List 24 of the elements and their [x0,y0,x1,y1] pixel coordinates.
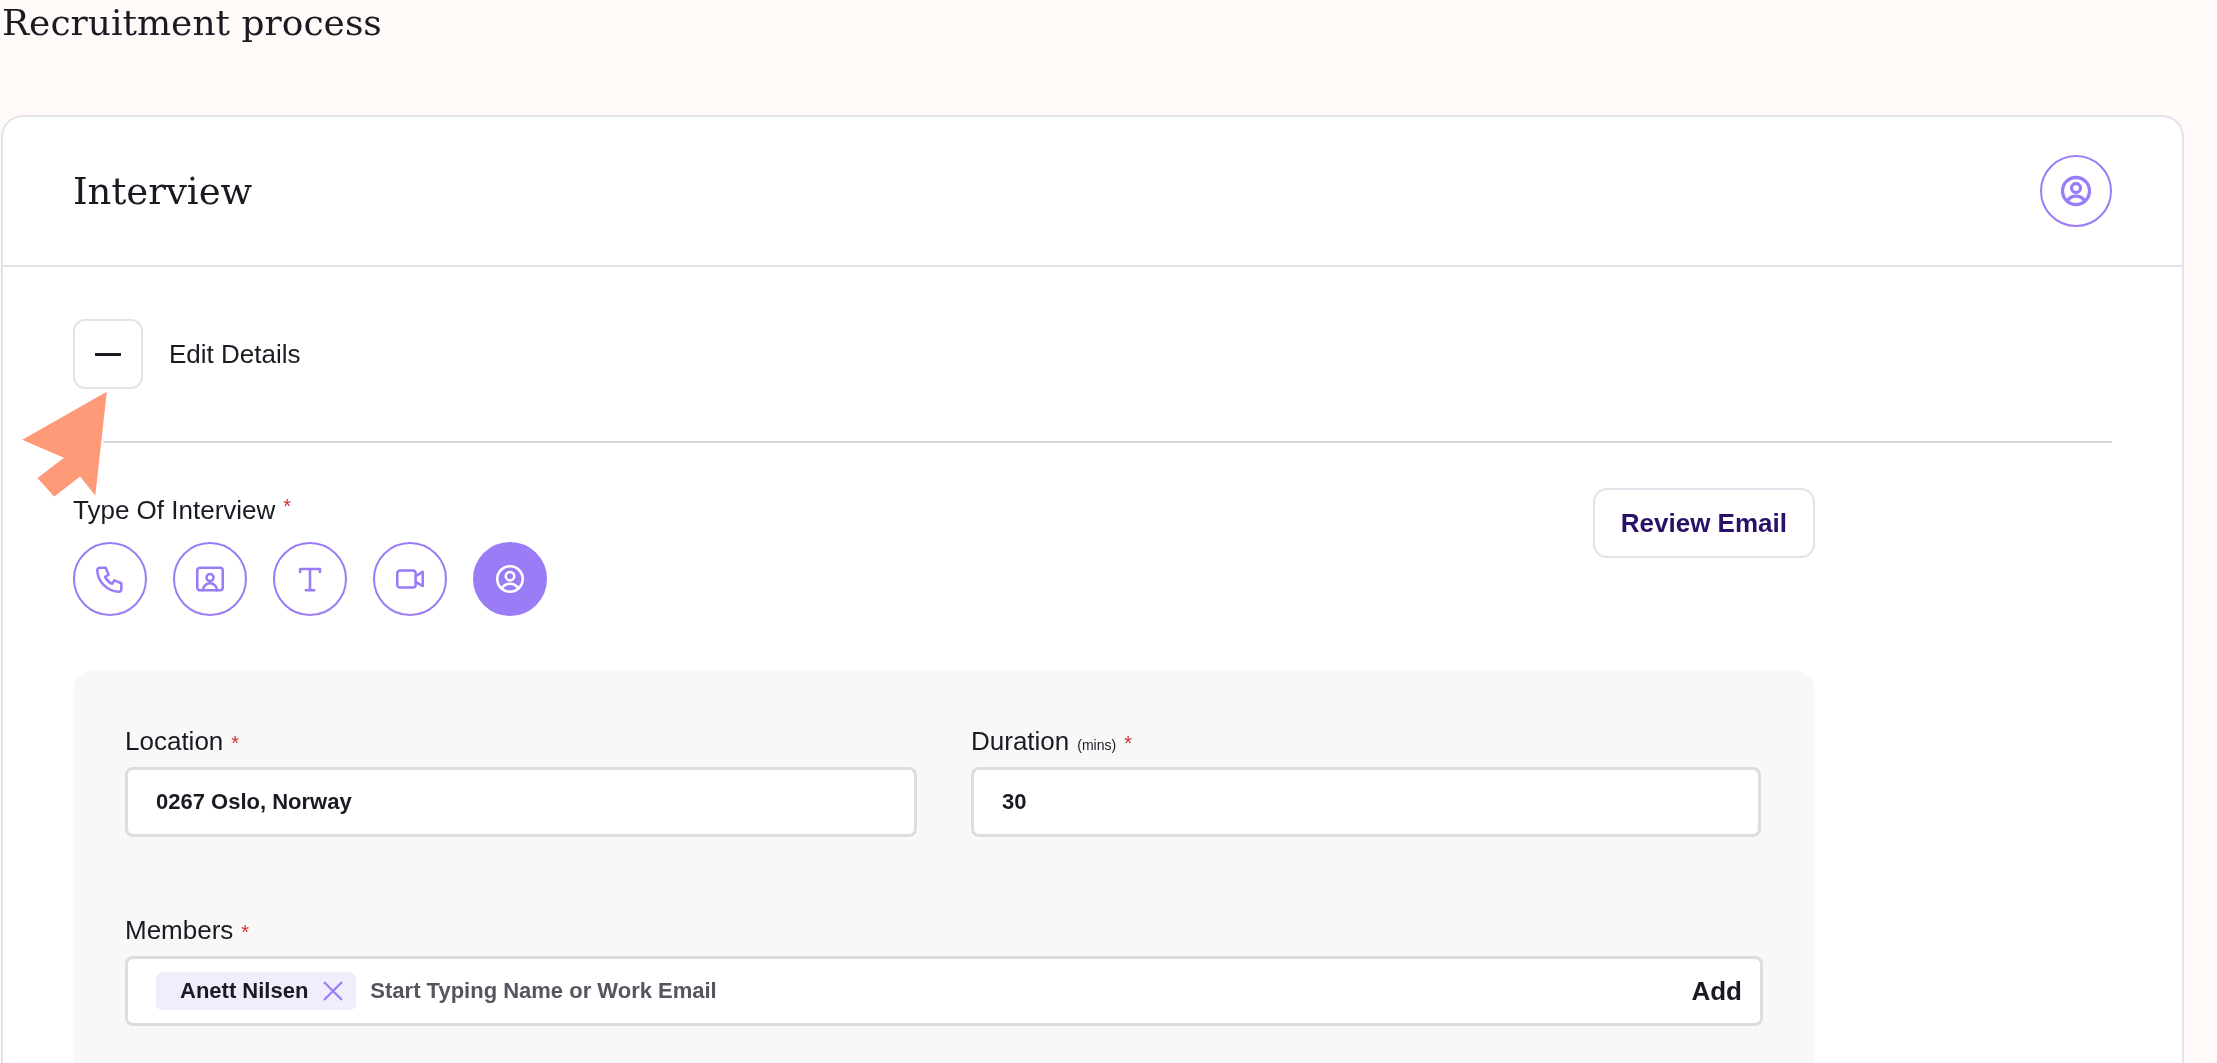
member-name: Anett Nilsen [180,978,309,1004]
user-icon [493,562,527,596]
field-label: Location [125,726,224,757]
placeholder-text: Start Typing Name or Work Email [370,978,718,1004]
members-field[interactable]: Anett Nilsen Start Typing Name or Work Email Add [125,956,1763,1026]
location-field[interactable]: 0267 Oslo, Norway [125,767,917,837]
minus-icon [95,352,121,356]
page-title: Recruitment process [1,1,383,45]
user-icon [2040,155,2112,227]
required-mark: * [1124,732,1132,755]
field-label: Members [125,915,234,946]
field-label: Type Of Interview [73,495,276,525]
card-title: Interview [73,169,253,213]
add-button[interactable]: Add [1691,975,1742,1007]
required-mark: * [241,921,250,944]
close-icon[interactable] [322,980,345,1002]
collapse-toggle-button[interactable] [73,319,143,389]
duration-field[interactable]: 30 [971,767,1761,837]
field-label: Duration [971,726,1070,757]
review-email-button[interactable]: Review Email [1592,488,1815,558]
required-mark: * [283,495,292,517]
section-label: Edit Details [169,338,301,370]
unit-hint: (mins) [1077,737,1117,753]
required-mark: * [231,732,240,755]
